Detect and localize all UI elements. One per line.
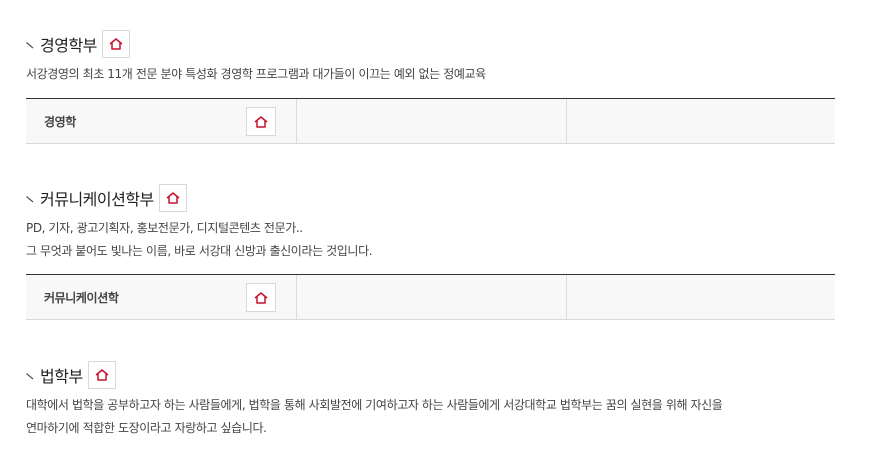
title-bullet-icon <box>26 373 34 380</box>
empty-major-cell <box>566 275 835 319</box>
home-icon <box>254 291 268 304</box>
section-description: PD, 기자, 광고기획자, 홍보전문가, 디지털콘텐츠 전문가.. 그 무엇과… <box>26 217 835 263</box>
department-home-button[interactable] <box>158 184 187 212</box>
description-line: PD, 기자, 광고기획자, 홍보전문가, 디지털콘텐츠 전문가.. <box>26 221 303 235</box>
department-home-button[interactable] <box>87 361 116 389</box>
description-line: 서강경영의 최초 11개 전문 분야 특성화 경영학 프로그램과 대가들이 이끄… <box>26 67 486 81</box>
section-title: 법학부 <box>40 367 83 386</box>
empty-major-cell <box>296 275 566 319</box>
department-home-button[interactable] <box>101 30 130 58</box>
section-title: 커뮤니케이션학부 <box>40 190 154 209</box>
section-description: 대학에서 법학을 공부하고자 하는 사람들에게, 법학을 통해 사회발전에 기여… <box>26 394 835 440</box>
section-header: 법학부 <box>26 360 835 390</box>
major-home-button[interactable] <box>246 283 276 312</box>
empty-major-cell <box>296 99 566 143</box>
empty-major-cell <box>566 99 835 143</box>
description-line: 연마하기에 적합한 도장이라고 자랑하고 싶습니다. <box>26 421 267 435</box>
major-cell: 커뮤니케이션학 <box>26 275 296 319</box>
title-bullet-icon <box>26 196 34 203</box>
section-description: 서강경영의 최초 11개 전문 분야 특성화 경영학 프로그램과 대가들이 이끄… <box>26 63 835 86</box>
major-name: 커뮤니케이션학 <box>44 290 119 305</box>
description-line: 그 무엇과 붙어도 빛나는 이름, 바로 서강대 신방과 출신이라는 것입니다. <box>26 244 373 258</box>
department-communication: 커뮤니케이션학부 PD, 기자, 광고기획자, 홍보전문가, 디지털콘텐츠 전문… <box>26 183 835 320</box>
home-icon <box>166 192 180 204</box>
major-table: 경영학 <box>26 98 835 144</box>
home-icon <box>95 369 109 381</box>
section-title: 경영학부 <box>40 36 97 55</box>
major-home-button[interactable] <box>246 107 276 136</box>
major-cell: 경영학 <box>26 99 296 143</box>
section-header: 경영학부 <box>26 29 835 59</box>
department-law: 법학부 대학에서 법학을 공부하고자 하는 사람들에게, 법학을 통해 사회발전… <box>26 360 835 440</box>
department-business: 경영학부 서강경영의 최초 11개 전문 분야 특성화 경영학 프로그램과 대가… <box>26 29 835 144</box>
major-name: 경영학 <box>44 114 76 129</box>
home-icon <box>254 115 268 128</box>
major-table: 커뮤니케이션학 <box>26 274 835 320</box>
home-icon <box>109 38 123 50</box>
section-header: 커뮤니케이션학부 <box>26 183 835 213</box>
title-bullet-icon <box>26 42 34 49</box>
description-line: 대학에서 법학을 공부하고자 하는 사람들에게, 법학을 통해 사회발전에 기여… <box>26 398 723 412</box>
